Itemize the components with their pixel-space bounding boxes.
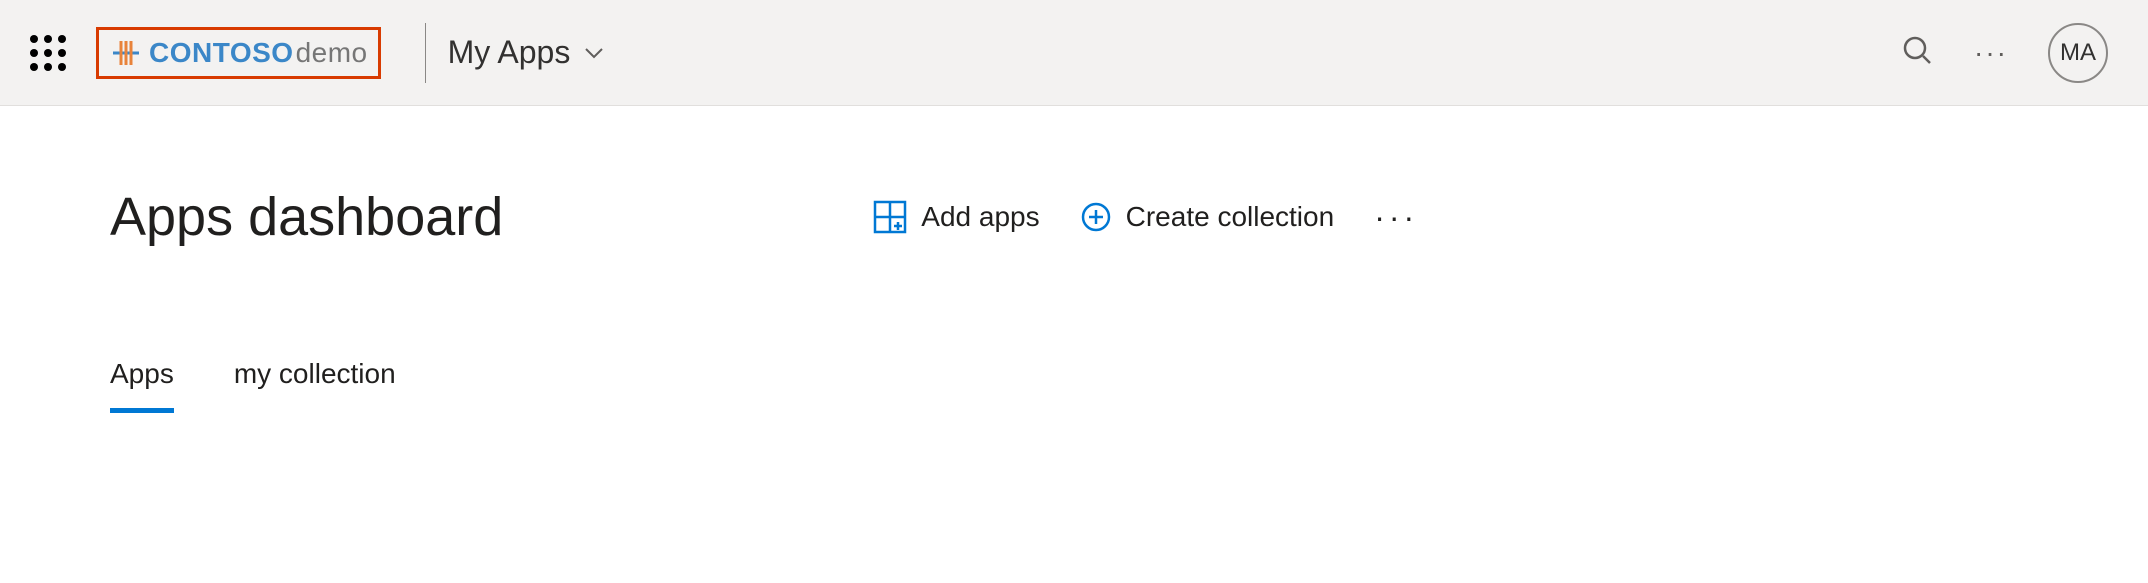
add-apps-icon — [873, 200, 907, 234]
create-collection-button[interactable]: Create collection — [1080, 201, 1335, 233]
top-header: CONTOSOdemo My Apps ··· MA — [0, 0, 2148, 106]
tab-apps[interactable]: Apps — [110, 358, 174, 413]
avatar[interactable]: MA — [2048, 23, 2108, 83]
add-apps-button[interactable]: Add apps — [873, 200, 1039, 234]
brand-logo-box[interactable]: CONTOSOdemo — [96, 27, 381, 79]
contoso-logo-icon — [109, 36, 143, 70]
app-switcher[interactable]: My Apps — [448, 34, 607, 71]
brand-main: CONTOSO — [149, 37, 294, 68]
page-title: Apps dashboard — [110, 186, 503, 248]
brand-text: CONTOSOdemo — [149, 37, 368, 69]
tabs: Apps my collection — [110, 358, 1490, 413]
more-horizontal-icon: ··· — [1974, 37, 2008, 68]
add-apps-label: Add apps — [921, 201, 1039, 233]
plus-circle-icon — [1080, 201, 1112, 233]
vertical-divider — [425, 23, 426, 83]
tab-label: my collection — [234, 358, 396, 389]
title-row: Apps dashboard Add apps Create collectio… — [110, 186, 1490, 248]
tab-label: Apps — [110, 358, 174, 389]
chevron-down-icon — [582, 41, 606, 65]
page-more-button[interactable]: ··· — [1374, 199, 1418, 236]
create-collection-label: Create collection — [1126, 201, 1335, 233]
more-horizontal-icon: ··· — [1374, 199, 1418, 235]
avatar-initials: MA — [2060, 39, 2096, 67]
main-content: Apps dashboard Add apps Create collectio… — [0, 106, 1600, 413]
waffle-icon[interactable] — [30, 35, 66, 71]
search-icon — [1900, 33, 1934, 72]
brand-sub: demo — [296, 37, 368, 68]
header-more-button[interactable]: ··· — [1974, 37, 2008, 69]
app-switcher-label: My Apps — [448, 34, 571, 71]
search-button[interactable] — [1900, 33, 1934, 72]
tab-my-collection[interactable]: my collection — [234, 358, 396, 413]
